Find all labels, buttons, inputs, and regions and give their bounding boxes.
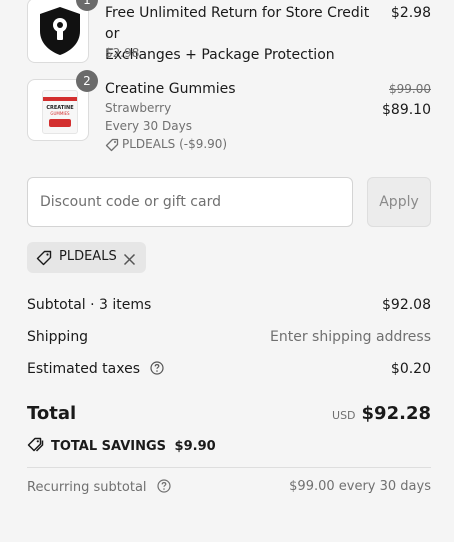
shield-lock-icon (36, 5, 84, 57)
discount-code-input[interactable]: Discount code or gift card (27, 177, 353, 227)
tag-icon (105, 138, 119, 152)
remove-discount-icon[interactable] (123, 251, 136, 266)
savings-value: $9.90 (174, 439, 216, 454)
item-thumbnail-protection: 1 (27, 0, 98, 63)
item-thumbnail-creatine: CREATINE GUMMIES 2 (27, 70, 98, 141)
subtotal-label: Subtotal · 3 items (27, 297, 152, 313)
savings-tag-icon (27, 437, 45, 453)
taxes-value: $0.20 (390, 361, 431, 377)
item-title-line2: Exchanges + Package Protection (105, 47, 335, 63)
currency-code: USD (332, 409, 356, 422)
total-value: $92.28 (361, 403, 431, 424)
summary-divider (27, 467, 431, 468)
quantity-badge: 2 (76, 70, 98, 92)
creatine-bag-image: CREATINE GUMMIES (42, 90, 78, 134)
item-title-line1: Free Unlimited Return for Store Credit o… (105, 5, 370, 42)
total-amount: USD $92.28 (332, 403, 431, 424)
savings-label: TOTAL SAVINGS (51, 439, 167, 454)
item-frequency: Every 30 Days (105, 119, 192, 133)
total-label: Total (27, 403, 77, 424)
subtotal-value: $92.08 (382, 297, 431, 313)
apply-discount-button[interactable]: Apply (367, 177, 431, 227)
item-original-price: $99.00 (389, 82, 431, 96)
tag-icon (36, 250, 52, 266)
shipping-label: Shipping (27, 329, 89, 345)
item-price: $2.98 (390, 5, 431, 21)
help-circle-icon[interactable] (150, 361, 165, 375)
applied-code-label: PLDEALS (59, 249, 117, 264)
product-label-line2: GUMMIES (50, 111, 70, 116)
item-discount-note: PLDEALS (-$9.90) (105, 135, 227, 153)
item-unit-price: $2.98 (105, 46, 140, 60)
recurring-label: Recurring subtotal (27, 479, 171, 495)
recurring-value: $99.00 every 30 days (289, 479, 431, 494)
shipping-value: Enter shipping address (270, 329, 431, 345)
item-price: $89.10 (382, 102, 431, 118)
item-title: Creatine Gummies (105, 81, 236, 97)
discount-note-text: PLDEALS (-$9.90) (122, 137, 228, 151)
recurring-label-text: Recurring subtotal (27, 480, 147, 495)
item-variant: Strawberry (105, 101, 172, 115)
item-title: Free Unlimited Return for Store Credit o… (105, 3, 375, 66)
applied-discount-chip: PLDEALS (27, 242, 146, 273)
help-circle-icon[interactable] (157, 479, 171, 493)
total-savings: TOTAL SAVINGS $9.90 (27, 437, 216, 454)
taxes-label: Estimated taxes (27, 361, 165, 377)
taxes-label-text: Estimated taxes (27, 361, 141, 377)
